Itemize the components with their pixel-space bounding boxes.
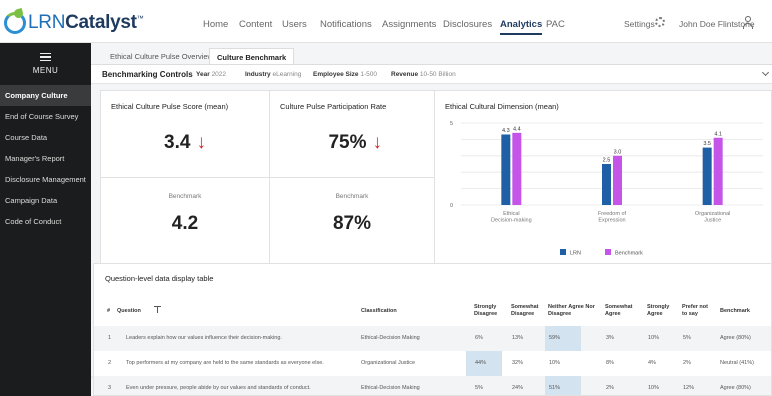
header-benchmark: Benchmark bbox=[720, 308, 750, 314]
lrn-catalyst-logo[interactable]: LRNCatalyst™ bbox=[4, 10, 144, 36]
settings-link[interactable]: Settings bbox=[624, 19, 655, 29]
pulse-score-benchmark-card: Benchmark 4.2 bbox=[100, 177, 270, 264]
data-label: 4.3 bbox=[502, 128, 510, 134]
top-bar: LRNCatalyst™ Home Content Users Notifica… bbox=[0, 0, 772, 43]
legend-swatch bbox=[605, 249, 611, 255]
menu-button[interactable]: MENU bbox=[0, 43, 91, 81]
filter-employee-size[interactable]: Employee Size 1-500 bbox=[313, 71, 377, 78]
nav-notifications[interactable]: Notifications bbox=[320, 19, 372, 30]
sidebar-item-campaign-data[interactable]: Campaign Data bbox=[0, 190, 91, 211]
header-neither: Neither Agree Nor Disagree bbox=[548, 304, 595, 317]
legend-swatch bbox=[560, 249, 566, 255]
classification: Ethical-Decision Making bbox=[361, 385, 420, 391]
header-number: # bbox=[107, 308, 111, 314]
nav-assignments[interactable]: Assignments bbox=[382, 19, 436, 30]
table-row[interactable]: 2 Top performers at my company are held … bbox=[94, 351, 771, 376]
data-label: 3.5 bbox=[703, 141, 711, 147]
data-label: 2.5 bbox=[603, 158, 611, 164]
header-strongly-disagree: Strongly Disagree bbox=[474, 304, 498, 317]
filter-revenue[interactable]: Revenue 10-50 Billion bbox=[391, 71, 456, 78]
question-text: Top performers at my company are held to… bbox=[126, 360, 324, 366]
gear-icon[interactable] bbox=[655, 17, 665, 27]
y-tick-label: 0 bbox=[450, 203, 453, 209]
x-tick-label: Expression bbox=[598, 218, 625, 224]
data-label: 4.1 bbox=[714, 131, 722, 137]
pulse-score-value: 3.4 ↓ bbox=[164, 132, 206, 153]
participation-rate-value: 75% ↓ bbox=[328, 132, 383, 153]
nav-home[interactable]: Home bbox=[203, 19, 228, 30]
filter-icon[interactable] bbox=[154, 306, 161, 313]
filter-industry[interactable]: Industry eLearning bbox=[245, 71, 301, 78]
sidebar-item-code-of-conduct[interactable]: Code of Conduct bbox=[0, 211, 91, 232]
nav-users[interactable]: Users bbox=[282, 19, 307, 30]
legend-label: Benchmark bbox=[615, 251, 643, 257]
bar-benchmark bbox=[613, 155, 622, 205]
nav-disclosures[interactable]: Disclosures bbox=[443, 19, 492, 30]
header-question[interactable]: Question bbox=[117, 308, 141, 315]
sidebar-item-end-of-course-survey[interactable]: End of Course Survey bbox=[0, 106, 91, 127]
participation-rate-label: Culture Pulse Participation Rate bbox=[280, 102, 387, 111]
data-label: 3.0 bbox=[614, 149, 622, 155]
participation-benchmark-value: 87% bbox=[332, 213, 372, 234]
bar-lrn bbox=[702, 147, 712, 205]
sidebar-item-disclosure-management[interactable]: Disclosure Management bbox=[0, 169, 91, 190]
pulse-score-benchmark-value: 4.2 bbox=[171, 213, 199, 234]
nav-pac[interactable]: PAC bbox=[546, 19, 565, 30]
header-prefer-not: Prefer not to say bbox=[682, 304, 708, 317]
controls-title: Benchmarking Controls bbox=[102, 70, 193, 79]
benchmarking-controls: Benchmarking Controls Year 2022 Industry… bbox=[91, 64, 772, 84]
x-tick-label: Justice bbox=[704, 218, 721, 224]
benchmark-label: Benchmark bbox=[335, 193, 369, 200]
table-row[interactable]: 1 Leaders explain how our values influen… bbox=[94, 326, 771, 351]
nav-analytics[interactable]: Analytics bbox=[500, 19, 543, 35]
participation-rate-card: Culture Pulse Participation Rate 75% ↓ bbox=[269, 90, 435, 178]
header-somewhat-agree: Somewhat Agree bbox=[605, 304, 633, 317]
legend-label: LRN bbox=[570, 251, 581, 257]
question-text: Even under pressure, people abide by our… bbox=[126, 385, 311, 391]
bar-chart: 0 5 4.3 4.4 EthicalDecision-making 2.53.0 Free… bbox=[450, 121, 763, 257]
nav-content[interactable]: Content bbox=[239, 19, 272, 30]
cultural-dimension-chart-card: Ethical Cultural Dimension (mean) 0 5 4.3 4… bbox=[434, 90, 772, 264]
logo-mark-icon bbox=[4, 12, 26, 34]
participation-benchmark-card: Benchmark 87% bbox=[269, 177, 435, 264]
user-profile-icon[interactable] bbox=[742, 16, 754, 29]
question-text: Leaders explain how our values influence… bbox=[126, 335, 282, 341]
classification: Ethical-Decision Making bbox=[361, 335, 420, 341]
benchmark-value: Agree (80%) bbox=[720, 385, 751, 391]
pulse-score-card: Ethical Culture Pulse Score (mean) 3.4 ↓ bbox=[100, 90, 270, 178]
bar-benchmark bbox=[512, 132, 522, 205]
benchmark-value: Neutral (41%) bbox=[720, 360, 754, 366]
x-tick-label: Organizational bbox=[695, 211, 730, 217]
header-strongly-agree: Strongly Agree bbox=[647, 304, 670, 317]
sidebar: MENU Company Culture End of Course Surve… bbox=[0, 43, 91, 396]
tab-culture-benchmark[interactable]: Culture Benchmark bbox=[209, 48, 295, 65]
x-tick-label: Freedom of bbox=[598, 211, 627, 217]
y-tick-label: 5 bbox=[450, 121, 453, 127]
down-arrow-icon: ↓ bbox=[196, 132, 206, 153]
sidebar-item-company-culture[interactable]: Company Culture bbox=[0, 85, 91, 106]
sidebar-item-course-data[interactable]: Course Data bbox=[0, 127, 91, 148]
x-tick-label: Decision-making bbox=[491, 218, 532, 224]
benchmark-label: Benchmark bbox=[168, 193, 202, 200]
bar-lrn bbox=[501, 134, 511, 205]
sidebar-item-managers-report[interactable]: Manager's Report bbox=[0, 148, 91, 169]
data-label: 4.4 bbox=[513, 126, 521, 132]
header-classification: Classification bbox=[361, 308, 397, 314]
question-table-card: Question-level data display table # Ques… bbox=[93, 263, 772, 396]
classification: Organizational Justice bbox=[361, 360, 416, 366]
bar-benchmark bbox=[713, 137, 723, 205]
down-arrow-icon: ↓ bbox=[372, 132, 383, 153]
benchmark-value: Agree (80%) bbox=[720, 335, 751, 341]
tab-ethical-culture-pulse-overview[interactable]: Ethical Culture Pulse Overview bbox=[103, 48, 220, 65]
x-tick-label: Ethical bbox=[503, 211, 520, 217]
filter-year[interactable]: Year 2022 bbox=[196, 71, 226, 78]
header-somewhat-disagree: Somewhat Disagree bbox=[511, 304, 539, 317]
pulse-score-label: Ethical Culture Pulse Score (mean) bbox=[111, 102, 229, 111]
table-title: Question-level data display table bbox=[105, 274, 214, 283]
bar-lrn bbox=[602, 164, 611, 205]
hamburger-icon bbox=[40, 53, 51, 61]
table-row[interactable]: 3 Even under pressure, people abide by o… bbox=[94, 376, 771, 395]
